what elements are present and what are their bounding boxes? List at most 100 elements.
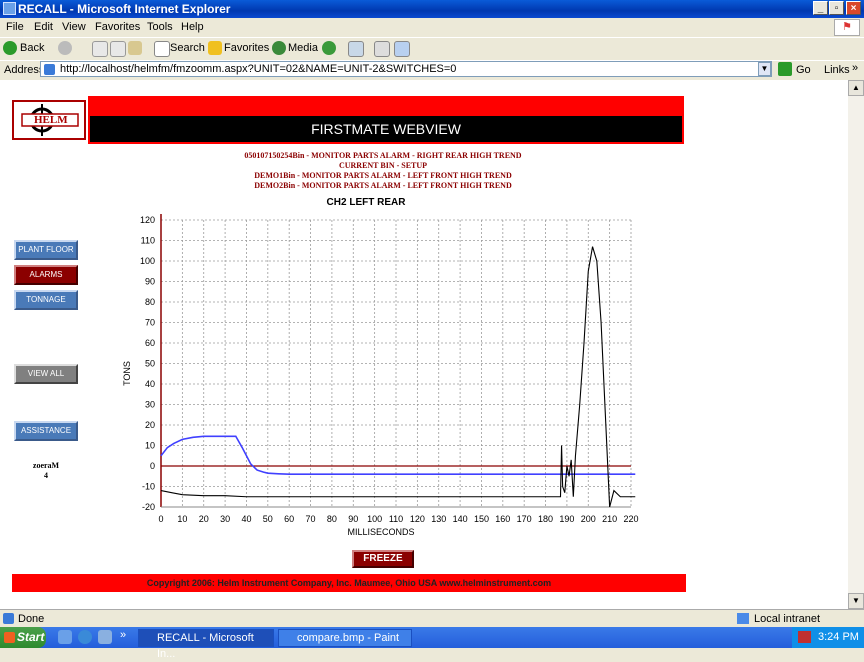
address-label: Address — [4, 64, 45, 76]
home-icon[interactable] — [128, 41, 142, 55]
side-label: 4 — [44, 471, 48, 480]
y-tick-label: 110 — [141, 236, 155, 246]
y-tick-label: 50 — [145, 359, 155, 369]
windows-flag-icon: ⚑ — [834, 19, 860, 36]
x-tick-label: 20 — [199, 514, 209, 524]
taskbar — [0, 627, 864, 648]
page-title: FIRSTMATE WEBVIEW — [90, 116, 682, 142]
y-tick-label: 10 — [145, 441, 155, 451]
window-title: RECALL - Microsoft Internet Explorer — [18, 2, 231, 16]
history-icon[interactable] — [322, 41, 336, 55]
menu-help[interactable]: Help — [181, 21, 204, 33]
page-done-icon — [3, 613, 14, 624]
menu-favorites[interactable]: Favorites — [95, 21, 140, 33]
refresh-icon[interactable] — [110, 41, 126, 57]
x-tick-label: 190 — [559, 514, 574, 524]
links-button[interactable]: Links — [824, 64, 850, 76]
copyright-footer: Copyright 2006: Helm Instrument Company,… — [12, 574, 686, 592]
scroll-down-icon[interactable]: ▼ — [848, 593, 864, 609]
mail-icon[interactable] — [348, 41, 364, 57]
series-line-1 — [160, 246, 636, 508]
y-tick-label: 90 — [145, 277, 155, 287]
tonnage-chart: CH2 LEFT REAR0 10 20 30 40 50 60 70 80 90 100 110 12… — [122, 197, 639, 537]
x-tick-label: 10 — [177, 514, 187, 524]
status-text: Done — [18, 613, 45, 625]
minimize-button[interactable]: _ — [813, 1, 828, 15]
x-tick-label: 60 — [284, 514, 294, 524]
plant-floor-button[interactable]: PLANT FLOOR — [14, 240, 78, 260]
view-all-button[interactable]: VIEW ALL — [14, 364, 78, 384]
y-axis-label: TONS — [122, 361, 132, 386]
forward-arrow-icon[interactable] — [58, 41, 72, 55]
x-tick-label: 70 — [306, 514, 316, 524]
quicklaunch-chevron-icon[interactable]: » — [120, 629, 126, 641]
tonnage-button[interactable]: TONNAGE — [14, 290, 78, 310]
window-title-bar: RECALL - Microsoft Internet Explorer _ ▫… — [0, 0, 864, 18]
favorites-button[interactable]: Favorites — [224, 42, 269, 54]
x-tick-label: 50 — [263, 514, 273, 524]
standard-toolbar: Back Search Favorites Media — [0, 37, 864, 60]
start-button[interactable]: Start — [0, 627, 46, 648]
alarm-line: DEMO1Bin - MONITOR PARTS ALARM - LEFT FR… — [254, 171, 512, 180]
y-tick-label: 120 — [140, 215, 155, 225]
alarms-button[interactable]: ALARMS — [14, 265, 78, 285]
maximize-button[interactable]: ▫ — [829, 1, 844, 15]
media-icon[interactable] — [272, 41, 286, 55]
search-button[interactable]: Search — [170, 42, 205, 54]
alarm-line: 050107150254Bin - MONITOR PARTS ALARM - … — [244, 151, 522, 160]
menu-view[interactable]: View — [62, 21, 86, 33]
ie-app-icon — [3, 2, 16, 15]
x-tick-label: 140 — [453, 514, 468, 524]
menu-file[interactable]: File — [6, 21, 24, 33]
go-button[interactable]: Go — [796, 64, 811, 76]
x-tick-label: 220 — [623, 514, 638, 524]
freeze-button[interactable]: FREEZE — [352, 550, 414, 568]
y-tick-label: 100 — [140, 256, 155, 266]
x-tick-label: 90 — [348, 514, 358, 524]
system-tray: 3:24 PM — [792, 627, 864, 648]
search-icon[interactable] — [154, 41, 170, 57]
x-tick-label: 200 — [581, 514, 596, 524]
x-axis-label: MILLISECONDS — [347, 527, 414, 537]
x-tick-label: 0 — [158, 514, 163, 524]
y-tick-label: 60 — [145, 338, 155, 348]
network-icon[interactable] — [798, 631, 811, 643]
series-line-0 — [160, 435, 636, 476]
y-tick-label: 30 — [145, 400, 155, 410]
x-tick-label: 80 — [327, 514, 337, 524]
status-bar: Done Local intranet — [0, 609, 864, 628]
close-button[interactable]: × — [846, 1, 861, 15]
quicklaunch-desktop-icon[interactable] — [58, 630, 72, 644]
edit-icon[interactable] — [394, 41, 410, 57]
y-tick-label: -10 — [142, 482, 155, 492]
media-button[interactable]: Media — [288, 42, 318, 54]
scroll-up-icon[interactable]: ▲ — [848, 80, 864, 96]
start-label: Start — [17, 630, 45, 644]
x-tick-label: 40 — [241, 514, 251, 524]
menu-tools[interactable]: Tools — [147, 21, 173, 33]
taskbar-task-ie[interactable]: RECALL - Microsoft In... — [138, 629, 274, 660]
vertical-scrollbar[interactable]: ▲ ▼ — [848, 80, 864, 609]
print-icon[interactable] — [374, 41, 390, 57]
back-arrow-icon[interactable] — [3, 41, 17, 55]
x-tick-label: 150 — [474, 514, 489, 524]
go-arrow-icon[interactable] — [778, 62, 792, 76]
taskbar-task-paint[interactable]: compare.bmp - Paint — [278, 629, 412, 647]
favorites-star-icon[interactable] — [208, 41, 222, 55]
quicklaunch-mediaplayer-icon[interactable] — [98, 630, 112, 644]
x-tick-label: 30 — [220, 514, 230, 524]
zone-text: Local intranet — [754, 613, 821, 625]
x-tick-label: 130 — [431, 514, 446, 524]
intranet-icon — [737, 613, 749, 624]
stop-icon[interactable] — [92, 41, 108, 57]
address-dropdown-icon[interactable]: ▼ — [758, 62, 771, 76]
y-tick-label: 70 — [145, 318, 155, 328]
menu-edit[interactable]: Edit — [34, 21, 53, 33]
assistance-button[interactable]: ASSISTANCE — [14, 421, 78, 441]
address-url[interactable]: http://localhost/helmfm/fmzoomm.aspx?UNI… — [60, 63, 456, 75]
links-chevron-icon[interactable]: » — [852, 62, 858, 74]
back-button[interactable]: Back — [20, 42, 44, 54]
x-tick-label: 120 — [410, 514, 425, 524]
quicklaunch-ie-icon[interactable] — [78, 630, 92, 644]
logo-text: HELM — [34, 114, 68, 126]
